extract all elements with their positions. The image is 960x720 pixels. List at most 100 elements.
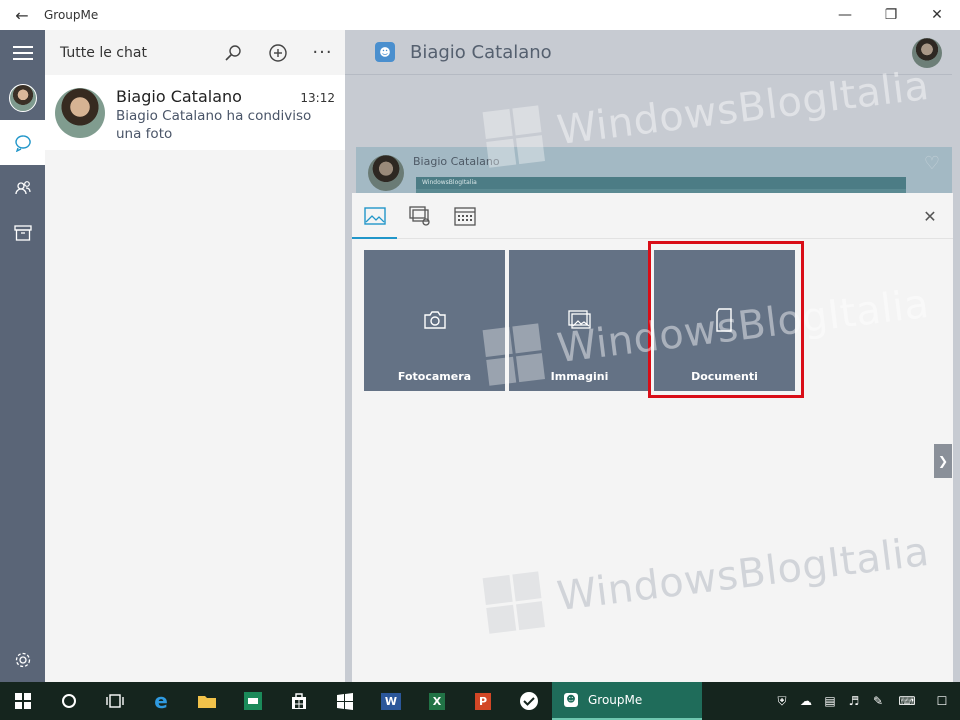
chat-list-panel: Tutte le chat ··· Biagio Catalano 13:12 … (45, 30, 345, 682)
avatar (55, 88, 105, 138)
more-icon: ··· (312, 42, 333, 63)
system-tray: ⛨ ☁ ▤ ♬ ✎ ⌨ ☐ (770, 682, 960, 720)
camera-icon (423, 311, 446, 329)
pen-icon[interactable]: ✎ (866, 682, 890, 720)
rail-item-archive[interactable] (0, 210, 45, 255)
minimize-icon: — (838, 7, 852, 23)
heart-icon[interactable]: ♡ (924, 153, 940, 174)
gear-icon (15, 652, 30, 667)
window-controls: — ❐ ✕ (822, 0, 960, 30)
tile-images[interactable]: Immagini (509, 250, 650, 391)
attachment-tabs: ✕ (352, 193, 953, 239)
start-button[interactable] (0, 682, 46, 720)
keyboard-icon[interactable]: ⌨ (890, 682, 924, 720)
task-view-button[interactable] (92, 682, 138, 720)
powerpoint-icon: P (474, 692, 492, 710)
edge-icon: e (154, 689, 168, 713)
windows-logo-icon (15, 693, 31, 709)
chat-list-title: Tutte le chat (60, 44, 147, 61)
back-button[interactable]: ← (0, 0, 44, 30)
tile-label: Fotocamera (397, 370, 472, 383)
tile-camera[interactable]: Fotocamera (364, 250, 505, 391)
rail-item-contacts[interactable] (0, 165, 45, 210)
excel-icon: X (428, 692, 446, 710)
search-icon (224, 44, 241, 61)
avatar (8, 83, 37, 112)
conversation-header: ☻ Biagio Catalano (345, 30, 952, 75)
defender-icon[interactable]: ⛨ (770, 682, 794, 720)
cortana-button[interactable] (46, 682, 92, 720)
chevron-right-icon: ❯ (937, 454, 949, 468)
rail-item-chats[interactable] (0, 120, 45, 165)
minimize-button[interactable]: — (822, 0, 868, 30)
cloud-icon[interactable]: ☁ (794, 682, 818, 720)
archive-icon (13, 224, 32, 241)
store-button[interactable] (276, 682, 322, 720)
taskbar-app-groupme[interactable]: ☻ GroupMe (552, 682, 702, 720)
task-view-icon (106, 694, 124, 708)
word-icon: W (380, 692, 402, 710)
edge-button[interactable]: e (138, 682, 184, 720)
taskbar: e W X P ☻ GroupMe ⛨ ☁ ▤ ♬ ✎ ⌨ ☐ (0, 682, 960, 720)
highlight-frame (648, 241, 804, 398)
settings-button[interactable] (0, 637, 45, 682)
groupme-icon: ☻ (564, 693, 578, 707)
chat-preview: Biagio Catalano ha condiviso una foto (116, 108, 312, 142)
tab-images[interactable] (352, 193, 397, 239)
title-bar: ← GroupMe — ❐ ✕ (0, 0, 960, 30)
powerpoint-button[interactable]: P (460, 682, 506, 720)
notifications-icon[interactable]: ☐ (924, 682, 960, 720)
conversation-title: Biagio Catalano (410, 41, 552, 63)
groupme-logo-icon: ☻ (375, 42, 395, 62)
message-author: Biagio Catalano (413, 155, 500, 168)
restore-button[interactable]: ❐ (868, 0, 914, 30)
close-button[interactable]: ✕ (914, 0, 960, 30)
taskbar-app-label: GroupMe (588, 693, 643, 707)
close-icon: ✕ (923, 206, 937, 226)
tab-video[interactable] (397, 193, 442, 238)
chat-name: Biagio Catalano (116, 87, 242, 106)
word-button[interactable]: W (368, 682, 414, 720)
contacts-icon (14, 180, 31, 194)
app-rail (0, 30, 45, 682)
check-circle-icon (520, 692, 538, 710)
hamburger-icon (12, 45, 33, 60)
more-button[interactable]: ··· (300, 30, 345, 75)
todo-button[interactable] (506, 682, 552, 720)
windows-app-button[interactable] (322, 682, 368, 720)
search-button[interactable] (210, 30, 255, 75)
profile-button[interactable] (0, 75, 45, 120)
avatar[interactable] (912, 38, 942, 68)
app-button[interactable] (230, 682, 276, 720)
image-icon (363, 206, 386, 225)
arrow-left-icon: ← (15, 5, 29, 25)
app-tile-icon (244, 692, 262, 710)
restore-icon: ❐ (884, 7, 898, 23)
tab-calendar[interactable] (442, 193, 487, 238)
excel-button[interactable]: X (414, 682, 460, 720)
chat-time: 13:12 (300, 91, 335, 105)
video-icon (408, 205, 430, 226)
images-icon (567, 310, 591, 329)
avatar (368, 155, 404, 191)
menu-button[interactable] (0, 30, 45, 75)
close-icon: ✕ (931, 7, 943, 23)
chat-bubble-icon (14, 134, 31, 152)
window-title: GroupMe (44, 8, 99, 22)
add-chat-icon (268, 43, 287, 62)
store-bag-icon (292, 693, 306, 709)
volume-icon[interactable]: ♬ (842, 682, 866, 720)
folder-icon (198, 696, 216, 708)
windows-flag-icon (337, 693, 353, 710)
list-item[interactable]: Biagio Catalano 13:12 Biagio Catalano ha… (45, 75, 345, 150)
tile-label: Immagini (550, 370, 609, 383)
network-icon[interactable]: ▤ (818, 682, 842, 720)
embedded-title: WindowsBlogItalia (416, 177, 906, 189)
cortana-icon (62, 694, 76, 708)
chat-list-header: Tutte le chat ··· (45, 30, 345, 75)
new-chat-button[interactable] (255, 30, 300, 75)
calendar-icon (453, 206, 476, 226)
file-explorer-button[interactable] (184, 682, 230, 720)
next-arrow-button[interactable]: ❯ (934, 444, 952, 478)
close-attachment-button[interactable]: ✕ (907, 193, 953, 239)
